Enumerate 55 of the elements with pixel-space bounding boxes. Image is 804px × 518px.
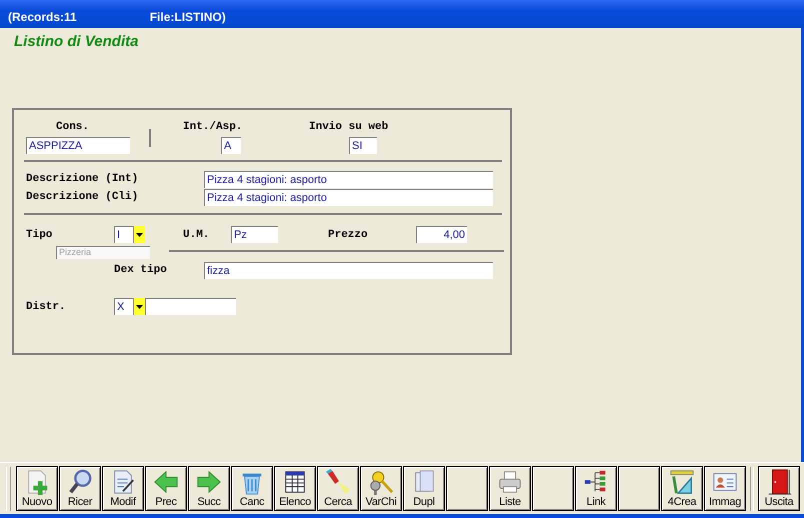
field-label: Invio su web [309,121,388,133]
toolbar-button[interactable]: Liste [489,466,531,511]
field-label: Descrizione (Int) [26,173,140,185]
input-field[interactable]: fizza [204,262,493,278]
input-field[interactable]: 4,00 [416,226,467,243]
input-field[interactable]: A [221,137,241,154]
toolbar-button[interactable]: Dupl [403,466,445,511]
field-label: Prezzo [328,228,369,240]
right-arrow-icon [196,469,222,495]
toolbar-button[interactable]: Cerca [317,466,359,511]
field-label: Int./Asp. [183,121,244,133]
flashlight-icon [325,469,351,495]
caret-icon [136,232,143,236]
input-field[interactable]: SI [349,137,377,154]
input-field[interactable]: X [114,298,133,315]
toolbar-button[interactable]: VarChi [360,466,402,511]
input-field[interactable]: Pizza 4 stagioni: asporto [204,170,493,188]
toolbar-button[interactable]: Succ [188,466,230,511]
input-field[interactable]: Pz [231,226,278,243]
left-arrow-icon [153,469,179,495]
keys-icon [368,469,394,495]
toolbar-button[interactable]: Canc [231,466,273,511]
toolbar-button[interactable]: Prec [145,466,187,511]
toolbar-button[interactable]: Link [575,466,617,511]
field-label: Tipo [26,228,54,240]
input-field[interactable] [145,298,236,315]
magnifier-icon [67,469,93,495]
window-title: File:LISTINO) [150,10,226,24]
printer-icon [497,469,523,495]
toolbar-button[interactable]: Immag [704,466,746,511]
toolbar-button[interactable]: Ricer [59,466,101,511]
field-label: Descrizione (Cli) [26,191,140,203]
input-field[interactable]: Pizza 4 stagioni: asporto [204,188,493,206]
toolbar-button[interactable]: Nuovo [16,466,58,511]
toolbar-button[interactable]: 4Crea [661,466,703,511]
ruler-triangle-icon [669,469,695,495]
field-label: Dex tipo [114,264,168,276]
field-label: Cons. [56,121,90,133]
input-field: Pizzeria [56,246,150,259]
field-label: Distr. [26,300,67,312]
door-icon [766,469,792,495]
toolbar-button[interactable]: Modif [102,466,144,511]
input-field[interactable]: ASPPIZZA [26,137,130,154]
toolbar-button[interactable] [532,466,574,511]
exit-button[interactable]: Uscita [758,466,800,511]
caret-icon [136,304,143,308]
dropdown-button[interactable] [133,226,145,243]
field-label: U.M. [183,228,210,240]
toolbar-button[interactable] [618,466,660,511]
form-title: Listino di Vendita [14,33,140,52]
input-field[interactable]: I [114,226,133,243]
toolbar-button[interactable]: Elenco [274,466,316,511]
dropdown-button[interactable] [133,298,145,315]
toolbar-button[interactable] [446,466,488,511]
window-title: (Records:11 [8,10,77,24]
